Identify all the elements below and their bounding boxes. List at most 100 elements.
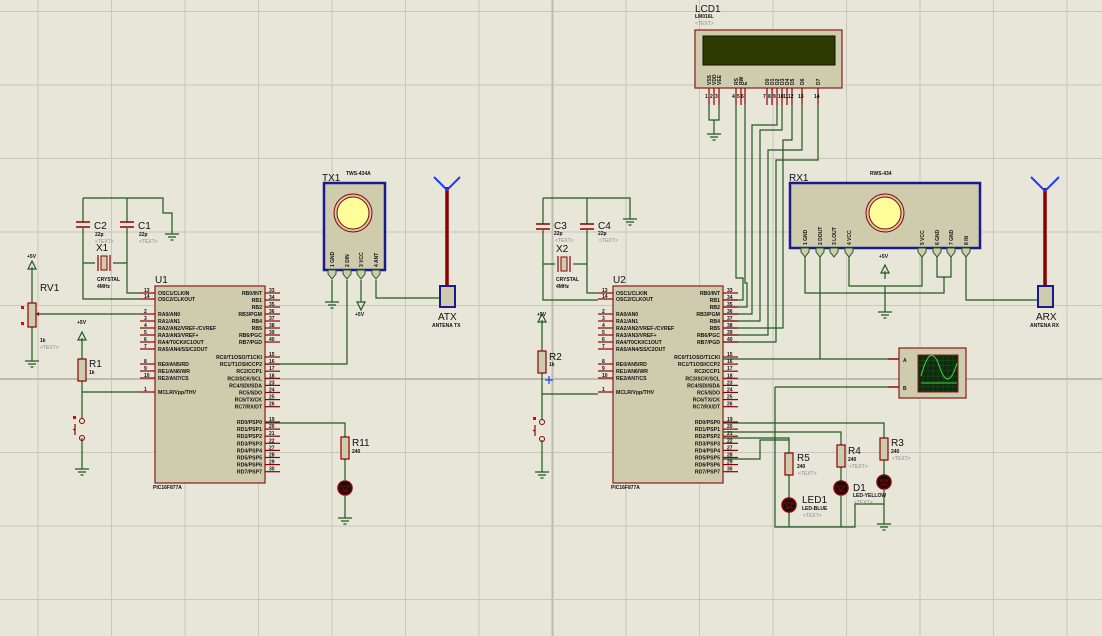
svg-text:<TEXT>: <TEXT> xyxy=(849,464,868,470)
ground-led-r11 xyxy=(337,511,353,525)
ground-leds xyxy=(876,517,892,531)
pin-name: RC3/SCK/SCL xyxy=(685,376,720,382)
pin-name: RD0/PSP0 xyxy=(237,420,262,426)
lcd-pin-number: 5 xyxy=(737,94,740,100)
lcd-pin-number: 3 xyxy=(715,94,718,100)
pin-number: 37 xyxy=(269,316,275,322)
svg-text:+5V: +5V xyxy=(879,254,889,260)
ground-rx xyxy=(877,305,893,319)
pin-name: RB2 xyxy=(710,305,720,311)
pin-name: RB1 xyxy=(710,298,720,304)
pin-number: 19 xyxy=(269,417,275,423)
pin-number: 24 xyxy=(727,388,733,394)
module-pin-label: 5 VCC xyxy=(920,230,926,245)
module-pin[interactable] xyxy=(371,269,381,280)
module-pin[interactable] xyxy=(917,247,927,258)
pin-number: 6 xyxy=(144,337,147,343)
pin-name: RE0/AN5/RD xyxy=(616,362,647,368)
pin-name: RD4/PSP4 xyxy=(695,448,720,454)
svg-text:240: 240 xyxy=(848,457,857,463)
pin-name: RD3/PSP3 xyxy=(237,441,262,447)
pin-number: 4 xyxy=(144,323,147,329)
svg-text:CRYSTAL: CRYSTAL xyxy=(556,277,579,283)
pin-number: 34 xyxy=(727,295,733,301)
mcu-u1[interactable]: U1 13 OSC1/CLKIN14 OSC2/CLKOUT2 RA0/AN03 RA1… xyxy=(140,275,280,491)
pin-name: RA1/AN1 xyxy=(616,319,638,325)
pin-number: 1 xyxy=(602,387,605,393)
led-r3 xyxy=(876,474,892,490)
c2-ref: C2 xyxy=(94,221,107,232)
pin-name: RC5/SDO xyxy=(239,391,262,397)
svg-text:CRYSTAL: CRYSTAL xyxy=(97,277,120,283)
scope-channel-b: B xyxy=(903,386,907,392)
svg-text:+5V: +5V xyxy=(77,320,87,326)
potentiometer-rv1[interactable]: +5V RV1 1k<TEXT> xyxy=(21,254,60,368)
pin-number: 29 xyxy=(269,460,275,466)
module-pin[interactable] xyxy=(829,247,839,258)
svg-text:U1: U1 xyxy=(155,275,168,286)
lcd-pin-label: D6 xyxy=(800,78,806,85)
module-pin[interactable] xyxy=(327,269,337,280)
svg-text:X2: X2 xyxy=(556,244,569,255)
module-pin[interactable] xyxy=(342,269,352,280)
pin-name: RD6/PSP6 xyxy=(695,463,720,469)
svg-text:RX1: RX1 xyxy=(789,173,809,184)
module-pin[interactable] xyxy=(946,247,956,258)
lcd-pin-number: 12 xyxy=(788,94,794,100)
pin-number: 2 xyxy=(602,309,605,315)
module-pin-label: 4 VCC xyxy=(847,230,853,245)
pin-name: RB4 xyxy=(252,319,262,325)
module-pin[interactable] xyxy=(815,247,825,258)
svg-text:ARX: ARX xyxy=(1036,312,1057,323)
svg-text:RV1: RV1 xyxy=(40,283,60,294)
module-pin-label: 3 LOUT xyxy=(832,227,838,245)
pin-name: RB7/PGD xyxy=(239,340,262,346)
module-pin[interactable] xyxy=(961,247,971,258)
pin-name: RA2/AN2/VREF-/CVREF xyxy=(616,326,674,332)
pin-name: RD2/PSP2 xyxy=(695,434,720,440)
reset-button-2[interactable] xyxy=(532,416,546,443)
svg-text:<TEXT>: <TEXT> xyxy=(139,239,158,245)
schematic[interactable]: C222p<TEXT> C122p<TEXT> X1CRYSTAL4MHz +5… xyxy=(0,0,1102,636)
pin-number: 30 xyxy=(727,467,733,473)
pin-number: 6 xyxy=(602,337,605,343)
pin-number: 35 xyxy=(269,302,275,308)
pin-name: RB4 xyxy=(710,319,720,325)
svg-text:<TEXT>: <TEXT> xyxy=(854,500,873,506)
pin-number: 28 xyxy=(269,453,275,459)
pin-name: RD1/PSP1 xyxy=(695,427,720,433)
oscilloscope[interactable]: A B xyxy=(888,347,967,399)
pin-number: 40 xyxy=(269,337,275,343)
module-pin-label: 2 DOUT xyxy=(818,227,824,245)
schematic-canvas[interactable]: C2 22p <TEXT> C1 22p <TEXT> X1 CRYSTAL 4MHz +5… xyxy=(0,0,1102,636)
module-pin[interactable] xyxy=(800,247,810,258)
lcd-pin-number: 8 xyxy=(768,94,771,100)
svg-text:<TEXT>: <TEXT> xyxy=(892,456,911,462)
pin-name: RA4/T0CKI/C1OUT xyxy=(616,340,663,346)
pin-name: RD5/PSP5 xyxy=(695,456,720,462)
pin-name: RC3/SCK/SCL xyxy=(227,376,262,382)
pin-name: RD0/PSP0 xyxy=(695,420,720,426)
svg-text:TX1: TX1 xyxy=(322,173,341,184)
pin-number: 27 xyxy=(269,445,275,451)
reset-button-1[interactable] xyxy=(72,415,86,442)
module-pin[interactable] xyxy=(356,269,366,280)
pin-name: RC7/RX/DT xyxy=(693,405,721,411)
pin-number: 5 xyxy=(144,330,147,336)
mcu-u2[interactable]: U2 13 OSC1/CLKIN14 OSC2/CLKOUT2 RA0/AN03 RA1… xyxy=(598,275,738,491)
pin-number: 18 xyxy=(727,373,733,379)
pin-number: 27 xyxy=(727,445,733,451)
pin-name: RD6/PSP6 xyxy=(237,463,262,469)
svg-text:R4: R4 xyxy=(848,446,861,457)
module-pin[interactable] xyxy=(932,247,942,258)
pin-name: RB3/PGM xyxy=(238,312,262,318)
pin-number: 16 xyxy=(269,359,275,365)
pin-name: RE1/AN6/WR xyxy=(616,369,648,375)
module-pin-label: 1 GND xyxy=(330,251,336,267)
svg-text:LED1: LED1 xyxy=(802,495,827,506)
pin-name: RB6/PGC xyxy=(697,333,720,339)
pin-name: RA2/AN2/VREF-/CVREF xyxy=(158,326,216,332)
pin-number: 3 xyxy=(602,316,605,322)
svg-text:U2: U2 xyxy=(613,275,626,286)
pin-number: 10 xyxy=(602,373,608,379)
